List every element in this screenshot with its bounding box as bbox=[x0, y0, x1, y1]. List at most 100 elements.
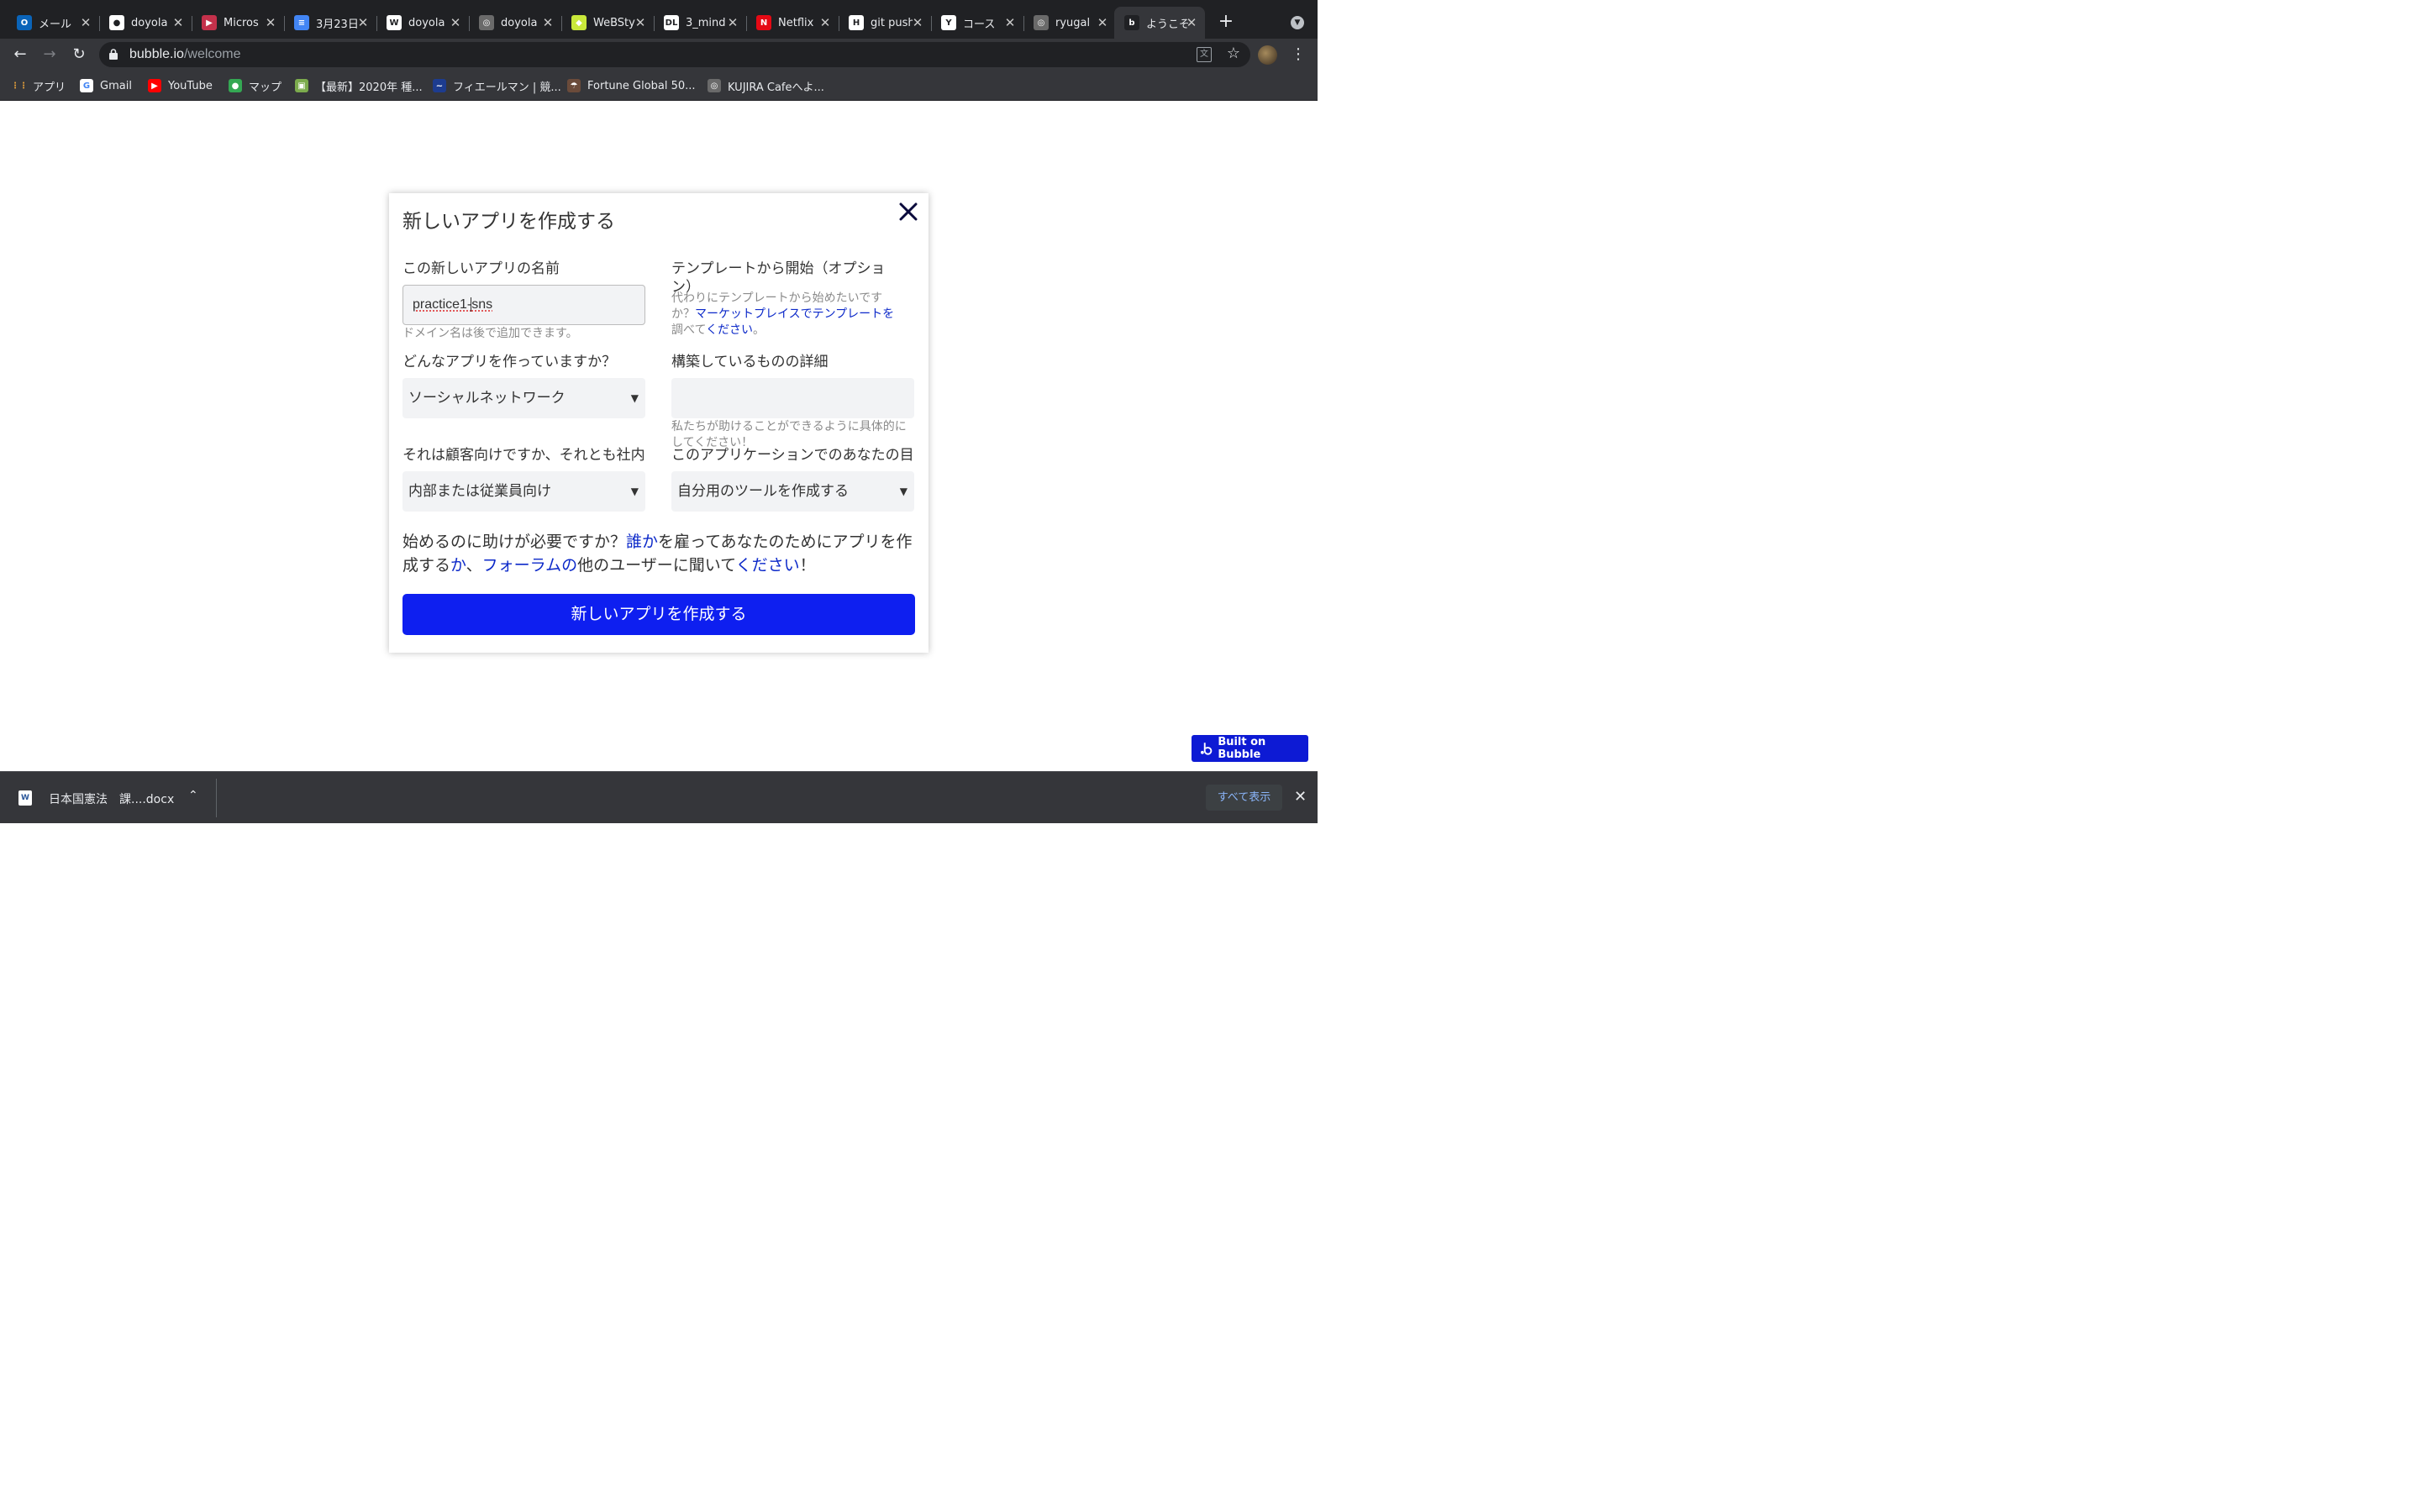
tab-item[interactable]: Wdoyola ✕ bbox=[376, 7, 470, 39]
tab-item[interactable]: ≡ 3月23日 ✕ bbox=[284, 7, 377, 39]
app-name-value-part2: sns bbox=[471, 297, 493, 312]
close-tab-icon[interactable]: ✕ bbox=[818, 16, 832, 29]
tab-title: Micros bbox=[224, 16, 259, 29]
new-tab-button[interactable]: + bbox=[1217, 13, 1235, 31]
bookmark-label: YouTube bbox=[168, 79, 213, 92]
url-domain: bubble.io bbox=[129, 47, 184, 61]
url-path: /welcome bbox=[183, 47, 241, 61]
tab-item[interactable]: ◎ doyola ✕ bbox=[469, 7, 562, 39]
close-tab-icon[interactable]: ✕ bbox=[449, 16, 462, 29]
tab-item[interactable]: ◆ WeBStyle✕ bbox=[561, 7, 655, 39]
bookmark-item[interactable]: G Gmail bbox=[80, 78, 132, 93]
built-on-bubble-badge[interactable]: Built on Bubble bbox=[1192, 735, 1308, 762]
template-help-link-2[interactable]: ください bbox=[706, 323, 753, 337]
app-type-label: どんなアプリを作っていますか？ bbox=[402, 354, 617, 370]
chevron-up-icon[interactable]: ⌃ bbox=[188, 789, 198, 802]
close-tab-icon[interactable]: ✕ bbox=[79, 16, 92, 29]
close-tab-icon[interactable]: ✕ bbox=[171, 16, 185, 29]
bookmark-item[interactable]: ● マップ bbox=[229, 78, 281, 94]
tab-title: 3月23日 bbox=[316, 18, 358, 31]
close-tab-icon[interactable]: ✕ bbox=[1185, 16, 1198, 29]
tab-title: WeBStyle bbox=[593, 16, 635, 29]
tab-item[interactable]: Hgit push ✕ bbox=[839, 7, 932, 39]
close-tab-icon[interactable]: ✕ bbox=[726, 16, 739, 29]
stream-icon: ▶ bbox=[202, 15, 217, 30]
dl-icon: DL bbox=[664, 15, 679, 30]
bookmark-item[interactable]: ☂ Fortune Global 50... bbox=[567, 78, 696, 93]
tab-item[interactable]: N Netflix ✕ bbox=[746, 7, 839, 39]
audience-select[interactable]: 内部または従業員向け ▼ bbox=[402, 471, 645, 512]
tab-title: doyola bbox=[131, 16, 168, 29]
bookmark-item[interactable]: ▣ 【最新】2020年 種... bbox=[295, 78, 423, 94]
app-type-select[interactable]: ソーシャルネットワーク ▼ bbox=[402, 378, 645, 418]
close-tab-icon[interactable]: ✕ bbox=[356, 16, 370, 29]
back-button[interactable]: ← bbox=[9, 44, 31, 66]
lock-icon bbox=[109, 49, 118, 60]
close-tab-icon[interactable]: ✕ bbox=[1096, 16, 1109, 29]
ask-link[interactable]: ください bbox=[736, 556, 800, 575]
close-icon[interactable] bbox=[897, 200, 920, 223]
hire-link[interactable]: か bbox=[450, 556, 466, 575]
tab-item[interactable]: ▶ Micros ✕ bbox=[192, 7, 285, 39]
apps-grid-icon: ⋮⋮ bbox=[11, 81, 28, 91]
close-tab-icon[interactable]: ✕ bbox=[911, 16, 924, 29]
bookmark-star-icon[interactable]: ☆ bbox=[1227, 45, 1240, 62]
close-tab-icon[interactable]: ✕ bbox=[1003, 16, 1017, 29]
course-icon: Y bbox=[941, 15, 956, 30]
youtube-icon: ▶ bbox=[148, 79, 161, 92]
details-input[interactable] bbox=[671, 378, 914, 418]
close-tab-icon[interactable]: ✕ bbox=[264, 16, 277, 29]
chevron-down-icon: ▼ bbox=[899, 486, 908, 497]
bookmark-label: フィエールマン | 競... bbox=[453, 81, 561, 94]
create-app-button[interactable]: 新しいアプリを作成する bbox=[402, 594, 915, 635]
template-help-text-2: 調べて bbox=[671, 323, 707, 337]
bookmark-label: Gmail bbox=[100, 79, 132, 92]
tab-item[interactable]: Y コース ✕ bbox=[931, 7, 1024, 39]
bookmark-item[interactable]: ◎ KUJIRA Cafeへよ... bbox=[708, 78, 824, 94]
app-name-label: この新しいアプリの名前 bbox=[402, 260, 560, 277]
keiba-icon: ~ bbox=[433, 79, 446, 92]
bookmark-item[interactable]: ▶ YouTube bbox=[148, 78, 213, 93]
tab-title: ryugal bbox=[1055, 16, 1091, 29]
tab-item[interactable]: ● doyola ✕ bbox=[99, 7, 192, 39]
bookmark-label: アプリ bbox=[33, 81, 66, 94]
marketplace-link[interactable]: マーケットプレイスでテンプレートを bbox=[695, 307, 894, 321]
browser-menu-icon[interactable]: ⋮ bbox=[1291, 44, 1306, 66]
hire-someone-link[interactable]: 誰か bbox=[626, 533, 658, 551]
bookmark-item[interactable]: ~ フィエールマン | 競... bbox=[433, 78, 561, 94]
app-name-help: ドメイン名は後で追加できます。 bbox=[402, 327, 578, 340]
chevron-down-icon: ▼ bbox=[630, 486, 639, 497]
url-text: bubble.io/welcome bbox=[129, 47, 241, 62]
bookmark-item[interactable]: ⋮⋮ アプリ bbox=[11, 78, 66, 94]
tab-item[interactable]: O メール ✕ bbox=[7, 7, 100, 39]
profile-avatar[interactable] bbox=[1258, 45, 1277, 65]
app-name-input[interactable]: practice1-sns bbox=[402, 285, 645, 325]
tab-item[interactable]: ◎ ryugal ✕ bbox=[1023, 7, 1116, 39]
show-all-button[interactable]: すべて表示 bbox=[1206, 785, 1282, 811]
close-icon[interactable]: ✕ bbox=[1294, 789, 1307, 806]
goal-select[interactable]: 自分用のツールを作成する ▼ bbox=[671, 471, 914, 512]
netflix-icon: N bbox=[756, 15, 771, 30]
tab-item[interactable]: b ようこそ ✕ bbox=[1114, 7, 1205, 39]
help-text-part: 始めるのに助けが必要ですか？ bbox=[402, 533, 627, 551]
download-shelf: W 日本国憲法 課....docx ⌃ すべて表示 ✕ bbox=[0, 771, 1318, 823]
tab-title: メール bbox=[39, 18, 72, 31]
fortune-icon: ☂ bbox=[567, 79, 581, 92]
chevron-down-icon: ▼ bbox=[630, 392, 639, 404]
download-file-name[interactable]: 日本国憲法 課....docx bbox=[49, 790, 174, 807]
forum-link[interactable]: フォーラムの bbox=[482, 556, 577, 575]
translate-icon[interactable]: 文 bbox=[1197, 47, 1212, 62]
tab-item[interactable]: DL 3_mind ✕ bbox=[654, 7, 747, 39]
browser-toolbar: ← → ↻ bubble.io/welcome 文 ☆ ⋮ bbox=[0, 39, 1318, 71]
address-bar[interactable]: bubble.io/welcome 文 ☆ bbox=[99, 42, 1250, 67]
reload-button[interactable]: ↻ bbox=[68, 44, 90, 66]
app-type-value: ソーシャルネットワーク bbox=[408, 390, 566, 407]
goal-label: このアプリケーションでのあなたの目標は何ですか？ bbox=[671, 447, 914, 464]
tab-search-icon[interactable]: ▼ bbox=[1291, 16, 1304, 29]
close-tab-icon[interactable]: ✕ bbox=[541, 16, 555, 29]
close-tab-icon[interactable]: ✕ bbox=[634, 16, 647, 29]
help-text-part: 、 bbox=[466, 556, 482, 575]
bubble-icon: b bbox=[1124, 15, 1139, 30]
forward-button[interactable]: → bbox=[39, 44, 60, 66]
help-text-part: ！ bbox=[799, 556, 816, 575]
